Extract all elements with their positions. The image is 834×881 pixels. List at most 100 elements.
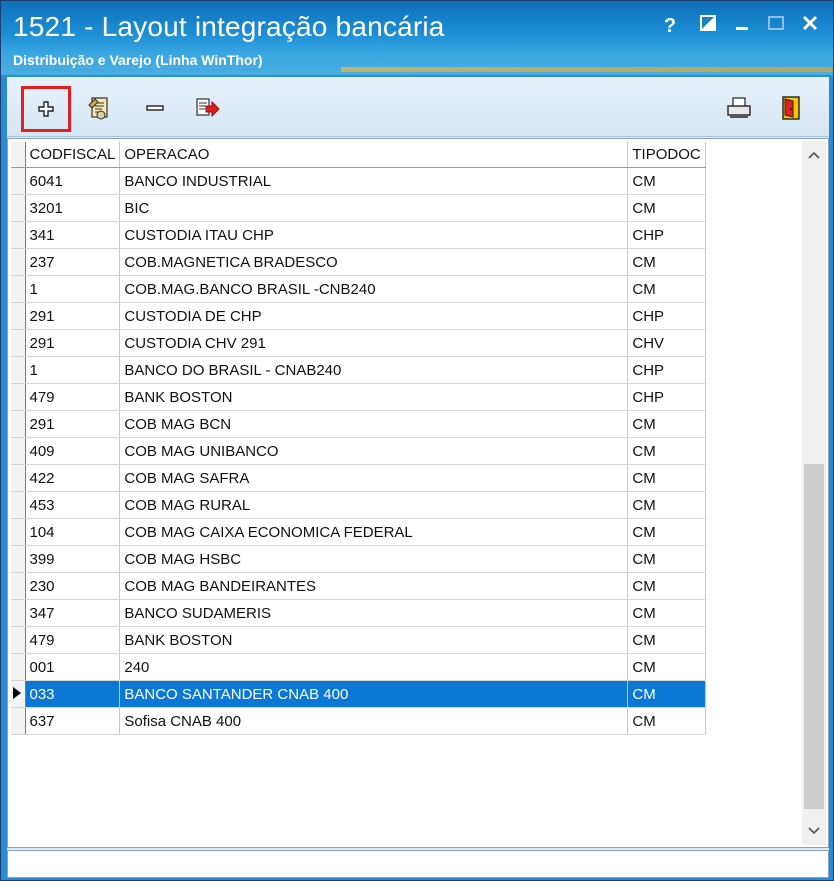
- cell-operacao[interactable]: COB MAG RURAL: [119, 491, 629, 519]
- scroll-thumb[interactable]: [804, 464, 824, 809]
- export-button[interactable]: [187, 89, 227, 127]
- close-button[interactable]: [797, 13, 823, 39]
- table-row[interactable]: 422 COB MAG SAFRA CM: [11, 464, 706, 492]
- cell-operacao[interactable]: 240: [119, 653, 629, 681]
- cell-tipodoc[interactable]: CM: [627, 707, 706, 735]
- cell-operacao[interactable]: COB MAG SAFRA: [119, 464, 629, 492]
- cell-tipodoc[interactable]: CHP: [627, 356, 706, 384]
- cell-tipodoc[interactable]: CM: [627, 464, 706, 492]
- cell-operacao[interactable]: BIC: [119, 194, 629, 222]
- table-row[interactable]: 1 COB.MAG.BANCO BRASIL -CNB240 CM: [11, 275, 706, 303]
- cell-tipodoc[interactable]: CM: [627, 410, 706, 438]
- row-indicator[interactable]: [11, 599, 26, 627]
- cell-codfiscal[interactable]: 479: [25, 383, 121, 411]
- table-row[interactable]: 479 BANK BOSTON CM: [11, 626, 706, 654]
- vertical-scrollbar[interactable]: [802, 141, 826, 845]
- table-row[interactable]: 637 Sofisa CNAB 400 CM: [11, 707, 706, 735]
- cell-operacao[interactable]: BANCO SUDAMERIS: [119, 599, 629, 627]
- cell-tipodoc[interactable]: CM: [627, 626, 706, 654]
- cell-codfiscal[interactable]: 001: [25, 653, 121, 681]
- cell-codfiscal[interactable]: 291: [25, 302, 121, 330]
- column-header-tipodoc[interactable]: TIPODOC: [627, 142, 706, 168]
- cell-codfiscal[interactable]: 1: [25, 275, 121, 303]
- scroll-down-button[interactable]: [802, 819, 826, 841]
- exit-button[interactable]: [771, 89, 811, 127]
- cell-operacao[interactable]: CUSTODIA DE CHP: [119, 302, 629, 330]
- table-row[interactable]: 1 BANCO DO BRASIL - CNAB240 CHP: [11, 356, 706, 384]
- row-indicator[interactable]: [11, 491, 26, 519]
- cell-tipodoc[interactable]: CM: [627, 248, 706, 276]
- table-row[interactable]: 409 COB MAG UNIBANCO CM: [11, 437, 706, 465]
- cell-codfiscal[interactable]: 422: [25, 464, 121, 492]
- cell-codfiscal[interactable]: 3201: [25, 194, 121, 222]
- cell-tipodoc[interactable]: CM: [627, 545, 706, 573]
- scroll-up-button[interactable]: [802, 143, 826, 165]
- print-button[interactable]: [719, 89, 759, 127]
- cell-tipodoc[interactable]: CM: [627, 167, 706, 195]
- cell-operacao[interactable]: BANK BOSTON: [119, 383, 629, 411]
- cell-tipodoc[interactable]: CM: [627, 572, 706, 600]
- cell-operacao[interactable]: COB MAG HSBC: [119, 545, 629, 573]
- edit-button[interactable]: [79, 89, 119, 127]
- row-indicator[interactable]: [11, 302, 26, 330]
- row-indicator[interactable]: [11, 545, 26, 573]
- row-indicator[interactable]: [11, 707, 26, 735]
- cell-tipodoc[interactable]: CM: [627, 680, 706, 708]
- column-header-codfiscal[interactable]: CODFISCAL: [25, 142, 121, 168]
- row-indicator[interactable]: [11, 653, 26, 681]
- row-indicator[interactable]: [11, 329, 26, 357]
- add-button[interactable]: [21, 86, 71, 132]
- cell-operacao[interactable]: CUSTODIA ITAU CHP: [119, 221, 629, 249]
- row-indicator[interactable]: [11, 437, 26, 465]
- cell-tipodoc[interactable]: CM: [627, 653, 706, 681]
- cell-operacao[interactable]: COB MAG BCN: [119, 410, 629, 438]
- maximize-button[interactable]: [763, 13, 789, 39]
- row-indicator[interactable]: [11, 518, 26, 546]
- cell-codfiscal[interactable]: 230: [25, 572, 121, 600]
- table-row[interactable]: 479 BANK BOSTON CHP: [11, 383, 706, 411]
- cell-operacao[interactable]: COB.MAGNETICA BRADESCO: [119, 248, 629, 276]
- cell-tipodoc[interactable]: CM: [627, 275, 706, 303]
- cell-operacao[interactable]: BANK BOSTON: [119, 626, 629, 654]
- cell-operacao[interactable]: COB MAG CAIXA ECONOMICA FEDERAL: [119, 518, 629, 546]
- cell-tipodoc[interactable]: CM: [627, 518, 706, 546]
- cell-operacao[interactable]: COB MAG BANDEIRANTES: [119, 572, 629, 600]
- cell-tipodoc[interactable]: CM: [627, 599, 706, 627]
- row-indicator[interactable]: [11, 221, 26, 249]
- cell-codfiscal[interactable]: 104: [25, 518, 121, 546]
- cell-codfiscal[interactable]: 399: [25, 545, 121, 573]
- table-row[interactable]: 347 BANCO SUDAMERIS CM: [11, 599, 706, 627]
- cell-tipodoc[interactable]: CM: [627, 194, 706, 222]
- row-indicator[interactable]: [11, 383, 26, 411]
- cell-codfiscal[interactable]: 291: [25, 410, 121, 438]
- remove-button[interactable]: [135, 89, 175, 127]
- cell-codfiscal[interactable]: 637: [25, 707, 121, 735]
- table-row[interactable]: 341 CUSTODIA ITAU CHP CHP: [11, 221, 706, 249]
- column-header-operacao[interactable]: OPERACAO: [119, 142, 629, 168]
- row-indicator[interactable]: [11, 275, 26, 303]
- table-row[interactable]: 291 CUSTODIA DE CHP CHP: [11, 302, 706, 330]
- table-row[interactable]: 291 CUSTODIA CHV 291 CHV: [11, 329, 706, 357]
- row-indicator[interactable]: [11, 167, 26, 195]
- cell-tipodoc[interactable]: CM: [627, 491, 706, 519]
- table-row[interactable]: 399 COB MAG HSBC CM: [11, 545, 706, 573]
- data-grid[interactable]: CODFISCAL OPERACAO TIPODOC 6041 BANCO IND…: [7, 138, 829, 848]
- cell-tipodoc[interactable]: CHV: [627, 329, 706, 357]
- table-row[interactable]: 001 240 CM: [11, 653, 706, 681]
- cell-operacao[interactable]: COB MAG UNIBANCO: [119, 437, 629, 465]
- cell-codfiscal[interactable]: 453: [25, 491, 121, 519]
- cell-codfiscal[interactable]: 6041: [25, 167, 121, 195]
- cell-codfiscal[interactable]: 237: [25, 248, 121, 276]
- table-row[interactable]: 230 COB MAG BANDEIRANTES CM: [11, 572, 706, 600]
- cell-tipodoc[interactable]: CHP: [627, 302, 706, 330]
- cell-operacao[interactable]: CUSTODIA CHV 291: [119, 329, 629, 357]
- restore-button[interactable]: [695, 13, 721, 39]
- cell-codfiscal[interactable]: 347: [25, 599, 121, 627]
- table-row[interactable]: 6041 BANCO INDUSTRIAL CM: [11, 167, 706, 195]
- table-row[interactable]: 104 COB MAG CAIXA ECONOMICA FEDERAL CM: [11, 518, 706, 546]
- table-row[interactable]: 291 COB MAG BCN CM: [11, 410, 706, 438]
- row-indicator[interactable]: [11, 356, 26, 384]
- cell-tipodoc[interactable]: CHP: [627, 383, 706, 411]
- cell-tipodoc[interactable]: CHP: [627, 221, 706, 249]
- table-row[interactable]: 453 COB MAG RURAL CM: [11, 491, 706, 519]
